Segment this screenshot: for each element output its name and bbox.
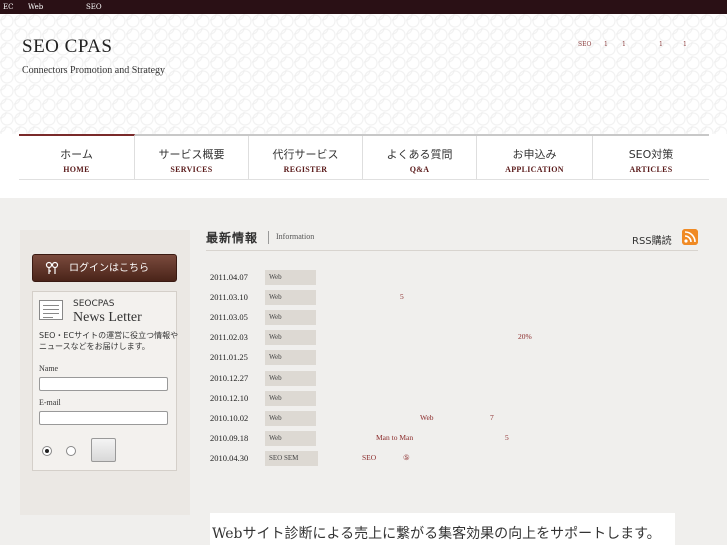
news-item[interactable]: 2011.01.25 Web xyxy=(210,350,690,366)
nav-label-en: Q&A xyxy=(409,165,430,174)
main-nav: ホーム HOME サービス概要 SERVICES 代行サービス REGISTER… xyxy=(19,134,709,180)
news-category: Web xyxy=(265,411,316,426)
news-date: 2010.10.02 xyxy=(210,413,249,423)
news-item[interactable]: 2011.03.05 Web xyxy=(210,310,690,326)
nav-item-register[interactable]: 代行サービス REGISTER xyxy=(249,136,363,179)
nav-label-jp: よくある質問 xyxy=(386,148,453,161)
nav-label-en: REGISTER xyxy=(283,165,328,174)
news-heading: 最新情報 xyxy=(206,231,259,245)
newsletter-box: SEOCPAS News Letter SEO・ECサイトの運営に役立つ情報やニ… xyxy=(32,291,179,471)
login-button[interactable]: ログインはこちら xyxy=(32,254,177,282)
news-date: 2011.02.03 xyxy=(210,332,248,342)
news-category: Web xyxy=(265,371,316,386)
nav-label-jp: お申込み xyxy=(512,148,557,161)
news-item[interactable]: 2011.02.03 Web 20% xyxy=(210,330,690,346)
header-link[interactable]: SEO xyxy=(578,41,591,48)
unsubscribe-radio[interactable] xyxy=(66,446,76,456)
news-text[interactable]: SEO xyxy=(362,453,376,462)
news-date: 2010.09.18 xyxy=(210,433,249,443)
newsletter-subtitle: News Letter xyxy=(73,310,142,325)
name-label: Name xyxy=(39,364,59,373)
news-item[interactable]: 2011.04.07 Web xyxy=(210,270,690,286)
news-subheading: Information xyxy=(276,232,315,241)
rss-link[interactable]: RSS購読 xyxy=(632,232,672,247)
heading-divider xyxy=(268,231,269,244)
newsletter-submit-button[interactable] xyxy=(91,438,116,462)
news-date: 2011.04.07 xyxy=(210,272,248,282)
nav-label-en: SERVICES xyxy=(170,165,213,174)
site-logo[interactable]: SEO CPAS xyxy=(22,36,112,58)
news-date: 2011.03.05 xyxy=(210,312,248,322)
news-text[interactable]: Man to Man xyxy=(376,433,413,442)
news-text[interactable]: 5 xyxy=(505,433,509,442)
login-label: ログインはこちら xyxy=(69,263,149,274)
topbar-text: Web xyxy=(28,3,44,11)
top-bar: EC Web SEO xyxy=(0,0,727,14)
nav-label-jp: SEO対策 xyxy=(628,148,674,161)
news-item[interactable]: 2010.10.02 Web Web 7 xyxy=(210,411,690,427)
key-icon xyxy=(45,261,59,274)
news-item[interactable]: 2010.04.30 SEO SEM SEO ⑤ xyxy=(210,451,690,467)
sidebar: ログインはこちら SEOCPAS News Letter SEO・ECサイトの運… xyxy=(20,230,190,515)
nav-label-jp: サービス概要 xyxy=(158,148,225,161)
nav-label-jp: 代行サービス xyxy=(272,148,339,161)
header-link[interactable]: 1 xyxy=(659,41,663,48)
news-text[interactable]: ⑤ xyxy=(403,453,410,462)
nav-label-en: HOME xyxy=(63,165,90,174)
news-category: Web xyxy=(265,431,316,446)
news-text[interactable]: 7 xyxy=(490,413,494,422)
nav-item-articles[interactable]: SEO対策 ARTICLES xyxy=(593,136,709,179)
newsletter-description: SEO・ECサイトの運営に役立つ情報やニュースなどをお届けします。 xyxy=(39,331,179,351)
header-link[interactable]: 1 xyxy=(683,41,687,48)
nav-item-application[interactable]: お申込み APPLICATION xyxy=(477,136,593,179)
topbar-text: SEO xyxy=(86,3,102,11)
news-date: 2010.04.30 xyxy=(210,453,249,463)
news-category: SEO SEM xyxy=(265,451,318,466)
nav-item-home[interactable]: ホーム HOME xyxy=(19,134,135,179)
nav-label-jp: ホーム xyxy=(60,148,93,161)
news-category: Web xyxy=(265,330,316,345)
header: SEO CPAS Connectors Promotion and Strate… xyxy=(0,14,727,134)
news-category: Web xyxy=(265,310,316,325)
name-field[interactable] xyxy=(39,377,168,391)
news-date: 2010.12.27 xyxy=(210,373,249,383)
news-item[interactable]: 2010.09.18 Web Man to Man 5 xyxy=(210,431,690,447)
news-category: Web xyxy=(265,270,316,285)
nav-item-qa[interactable]: よくある質問 Q&A xyxy=(363,136,477,179)
news-text[interactable]: 5 xyxy=(400,292,404,301)
news-item[interactable]: 2010.12.27 Web xyxy=(210,371,690,387)
news-text[interactable]: 20% xyxy=(518,332,532,341)
news-category: Web xyxy=(265,290,316,305)
email-field[interactable] xyxy=(39,411,168,425)
rss-icon[interactable] xyxy=(682,229,698,245)
site-tagline: Connectors Promotion and Strategy xyxy=(22,65,166,76)
nav-label-en: ARTICLES xyxy=(629,165,673,174)
header-link[interactable]: 1 xyxy=(604,41,608,48)
subscribe-radio[interactable] xyxy=(42,446,52,456)
news-text[interactable]: Web xyxy=(420,413,434,422)
header-link[interactable]: 1 xyxy=(622,41,626,48)
news-divider xyxy=(206,250,698,251)
banner-text: Webサイト診断による売上に繋がる集客効果の向上をサポートします。 xyxy=(212,526,661,542)
news-category: Web xyxy=(265,391,316,406)
news-date: 2011.03.10 xyxy=(210,292,248,302)
news-item[interactable]: 2010.12.10 Web xyxy=(210,391,690,407)
newsletter-title: SEOCPAS xyxy=(73,299,115,309)
news-item[interactable]: 2011.03.10 Web 5 xyxy=(210,290,690,306)
email-label: E-mail xyxy=(39,398,61,407)
news-category: Web xyxy=(265,350,316,365)
nav-label-en: APPLICATION xyxy=(505,165,564,174)
newspaper-icon xyxy=(39,300,63,320)
nav-item-services[interactable]: サービス概要 SERVICES xyxy=(135,136,249,179)
news-date: 2010.12.10 xyxy=(210,393,249,403)
topbar-text: EC xyxy=(3,3,14,11)
news-date: 2011.01.25 xyxy=(210,352,248,362)
promo-banner[interactable]: Webサイト診断による売上に繋がる集客効果の向上をサポートします。 xyxy=(210,513,675,545)
